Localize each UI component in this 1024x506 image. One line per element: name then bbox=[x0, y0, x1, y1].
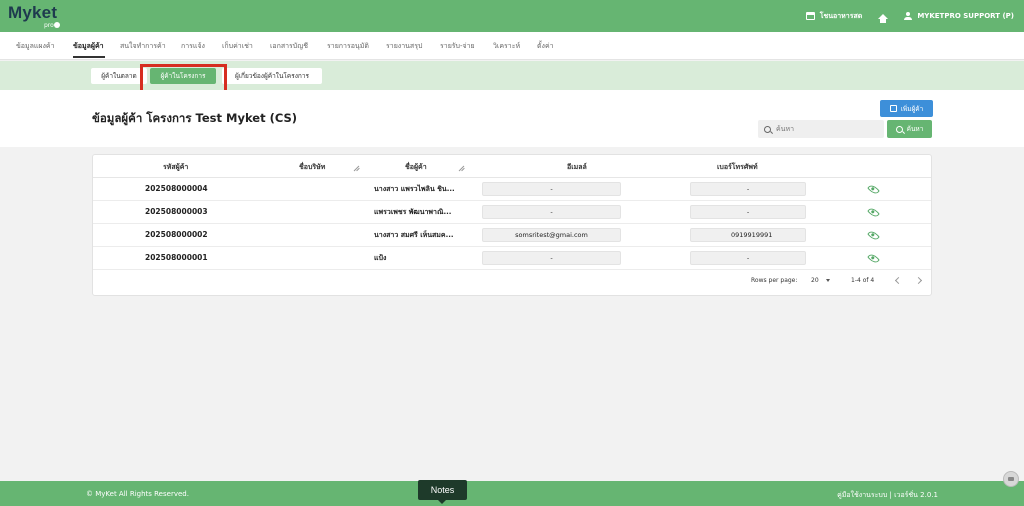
nav-item-approvals[interactable]: รายการอนุมัติ bbox=[327, 41, 369, 52]
vendor-email: somsritest@gmai.com bbox=[482, 228, 621, 242]
search-icon bbox=[895, 125, 903, 133]
logo-text: Myket bbox=[8, 3, 58, 22]
search-button[interactable]: ค้นหา bbox=[887, 120, 932, 138]
logo-dot-icon bbox=[54, 22, 60, 28]
vendor-name: แป้ง bbox=[374, 254, 387, 262]
chat-icon[interactable] bbox=[1003, 471, 1019, 487]
column-header-code[interactable]: รหัสผู้ค้า bbox=[163, 162, 188, 173]
search-icon bbox=[764, 125, 771, 133]
top-right-actions: โชนอาหารสด MYKETPRO SUPPORT (P) bbox=[805, 0, 1014, 32]
column-header-company[interactable]: ชื่อบริษัท bbox=[299, 162, 325, 173]
pagination-range: 1-4 of 4 bbox=[851, 277, 875, 284]
tab-related-vendors[interactable]: ผู้เกี่ยวข้องผู้ค้าในโครงการ bbox=[222, 68, 322, 84]
nav-item-rent[interactable]: เก็บค่าเช่า bbox=[222, 41, 253, 52]
home-icon bbox=[878, 13, 889, 23]
user-icon bbox=[904, 12, 913, 20]
store-selector[interactable]: โชนอาหารสด bbox=[805, 11, 863, 22]
page-title: ข้อมูลผู้ค้า โครงการ Test Myket (CS) bbox=[92, 111, 298, 125]
user-menu[interactable]: MYKETPRO SUPPORT (P) bbox=[904, 12, 1014, 20]
table-row[interactable]: 202508000003 แพรวเพชร พัฒนาพาณิ... - - bbox=[93, 201, 931, 224]
vendor-name: นางสาว สมศรี เห็นสมค... bbox=[374, 231, 454, 239]
top-bar: Myket pro โชนอาหารสด MYKETPRO SUPPORT (P… bbox=[0, 0, 1024, 32]
nav-item-analytics[interactable]: วิเคราะห์ bbox=[493, 41, 520, 52]
app-logo[interactable]: Myket pro bbox=[8, 3, 60, 29]
vendor-email: - bbox=[482, 205, 621, 219]
logo-subtext: pro bbox=[44, 22, 54, 29]
resize-handle-icon[interactable] bbox=[353, 165, 359, 171]
active-tab-indicator bbox=[73, 56, 105, 58]
main-nav: ข้อมูลแผงค้า ข้อมูลผู้ค้า สนใจทำการค้า ก… bbox=[0, 32, 1024, 60]
vendor-code: 202508000003 bbox=[145, 207, 208, 216]
search-field bbox=[758, 120, 884, 138]
home-button[interactable] bbox=[878, 13, 889, 23]
search-button-label: ค้นหา bbox=[906, 125, 924, 133]
table-header: รหัสผู้ค้า ชื่อบริษัท ชื่อผู้ค้า อีเมลล์… bbox=[93, 155, 931, 178]
next-page-icon[interactable] bbox=[914, 276, 923, 285]
nav-item-stalls[interactable]: ข้อมูลแผงค้า bbox=[16, 41, 55, 52]
nav-item-settings[interactable]: ตั้งค่า bbox=[537, 41, 554, 52]
view-icon[interactable] bbox=[867, 206, 880, 219]
copyright-text: © MyKet All Rights Reserved. bbox=[86, 490, 189, 498]
nav-item-income-expense[interactable]: รายรับ-จ่าย bbox=[440, 41, 475, 52]
rows-per-page-select[interactable]: 20 bbox=[811, 277, 819, 284]
search-input[interactable] bbox=[776, 125, 876, 133]
view-icon[interactable] bbox=[867, 252, 880, 265]
column-header-email[interactable]: อีเมลล์ bbox=[567, 162, 587, 173]
chevron-down-icon[interactable] bbox=[826, 279, 830, 282]
resize-handle-icon[interactable] bbox=[458, 165, 464, 171]
add-icon bbox=[889, 105, 897, 112]
column-header-name[interactable]: ชื่อผู้ค้า bbox=[405, 162, 427, 173]
vendor-name: แพรวเพชร พัฒนาพาณิ... bbox=[374, 208, 452, 216]
view-icon[interactable] bbox=[867, 183, 880, 196]
store-icon bbox=[805, 12, 815, 20]
nav-item-interested[interactable]: สนใจทำการค้า bbox=[120, 41, 166, 52]
nav-item-accounting[interactable]: เอกสารบัญชี bbox=[270, 41, 308, 52]
footer: © MyKet All Rights Reserved. คู่มือใช้งา… bbox=[0, 481, 1024, 506]
vendor-phone: 0919919991 bbox=[690, 228, 806, 242]
vendor-code: 202508000002 bbox=[145, 230, 208, 239]
nav-item-reports[interactable]: รายงานสรุป bbox=[386, 41, 422, 52]
vendor-name: นางสาว แพรวไพลิน ชิน... bbox=[374, 185, 455, 193]
version-link[interactable]: คู่มือใช้งานระบบ | เวอร์ชั่น 2.0.1 bbox=[837, 490, 938, 501]
nav-item-notifications[interactable]: การแจ้ง bbox=[181, 41, 205, 52]
vendor-phone: - bbox=[690, 182, 806, 196]
page-header: ข้อมูลผู้ค้า โครงการ Test Myket (CS) เพิ… bbox=[0, 90, 1024, 147]
vendor-phone: - bbox=[690, 251, 806, 265]
pagination: Rows per page: 20 1-4 of 4 bbox=[93, 270, 931, 290]
vendor-code: 202508000004 bbox=[145, 184, 208, 193]
notes-tooltip[interactable]: Notes bbox=[418, 480, 467, 504]
vendor-phone: - bbox=[690, 205, 806, 219]
nav-item-vendors[interactable]: ข้อมูลผู้ค้า bbox=[73, 41, 104, 52]
vendor-code: 202508000001 bbox=[145, 253, 208, 262]
table-row[interactable]: 202508000002 นางสาว สมศรี เห็นสมค... som… bbox=[93, 224, 931, 247]
vendor-email: - bbox=[482, 182, 621, 196]
vendor-email: - bbox=[482, 251, 621, 265]
table-row[interactable]: 202508000004 นางสาว แพรวไพลิน ชิน... - - bbox=[93, 178, 931, 201]
store-label: โชนอาหารสด bbox=[819, 11, 863, 20]
add-vendor-label: เพิ่มผู้ค้า bbox=[900, 104, 924, 113]
table-row[interactable]: 202508000001 แป้ง - - bbox=[93, 247, 931, 270]
tab-vendors-in-market[interactable]: ผู้ค้าในตลาด bbox=[91, 68, 147, 84]
vendor-table: รหัสผู้ค้า ชื่อบริษัท ชื่อผู้ค้า อีเมลล์… bbox=[92, 154, 932, 296]
rows-per-page-label: Rows per page: bbox=[751, 277, 798, 284]
user-label: MYKETPRO SUPPORT (P) bbox=[917, 12, 1014, 20]
previous-page-icon[interactable] bbox=[894, 276, 903, 285]
view-icon[interactable] bbox=[867, 229, 880, 242]
add-vendor-button[interactable]: เพิ่มผู้ค้า bbox=[880, 100, 933, 117]
column-header-phone[interactable]: เบอร์โทรศัพท์ bbox=[717, 162, 758, 173]
